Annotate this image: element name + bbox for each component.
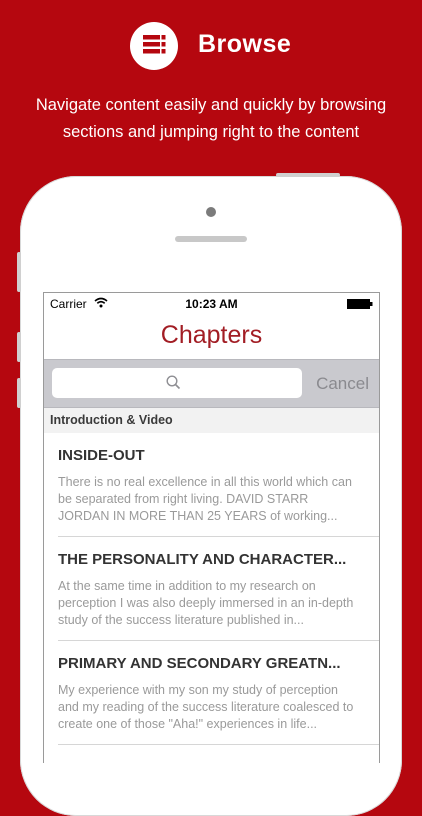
phone-screen: Carrier 10:23 AM Chapters Cancel Introdu…	[43, 292, 380, 763]
search-bar: Cancel	[44, 359, 379, 408]
status-bar: Carrier 10:23 AM	[44, 293, 379, 313]
promo-header: Browse	[0, 22, 422, 72]
cancel-button[interactable]: Cancel	[316, 374, 369, 394]
promo-subtitle: Navigate content easily and quickly by b…	[0, 92, 422, 146]
chapter-title: INSIDE-OUT	[58, 447, 145, 464]
chapter-item-personality-character[interactable]: THE PERSONALITY AND CHARACTER... At the …	[44, 537, 379, 641]
chapter-excerpt: There is no real excellence in all this …	[58, 475, 352, 523]
promo-subtitle-line-1: Navigate content easily and quickly by b…	[35, 96, 387, 114]
chapter-item-inside-out[interactable]: INSIDE-OUT There is no real excellence i…	[44, 433, 379, 537]
status-time: 10:23 AM	[185, 297, 238, 311]
battery-icon	[347, 299, 373, 309]
section-header: Introduction & Video	[44, 408, 379, 433]
search-icon	[166, 375, 181, 390]
browse-logo	[130, 22, 178, 70]
chapter-item-primary-secondary[interactable]: PRIMARY AND SECONDARY GREATN... My exper…	[44, 641, 379, 745]
phone-speaker	[175, 236, 247, 242]
chapter-title: PRIMARY AND SECONDARY GREATN...	[58, 655, 341, 672]
list-icon	[143, 35, 166, 54]
promo-subtitle-line-2: sections and jumping right to the conten…	[62, 123, 360, 141]
promo-title: Browse	[198, 30, 292, 58]
chapter-title: THE PERSONALITY AND CHARACTER...	[58, 551, 347, 568]
phone-power-button	[276, 173, 340, 177]
phone-volume-down	[17, 378, 21, 408]
chapter-excerpt: My experience with my son my study of pe…	[58, 683, 354, 731]
phone-volume-up	[17, 332, 21, 362]
chapter-excerpt: At the same time in addition to my resea…	[58, 579, 354, 627]
page-title: Chapters	[160, 321, 263, 349]
phone-camera	[206, 207, 216, 217]
phone-mute-switch	[17, 252, 21, 292]
list-divider	[58, 744, 379, 745]
